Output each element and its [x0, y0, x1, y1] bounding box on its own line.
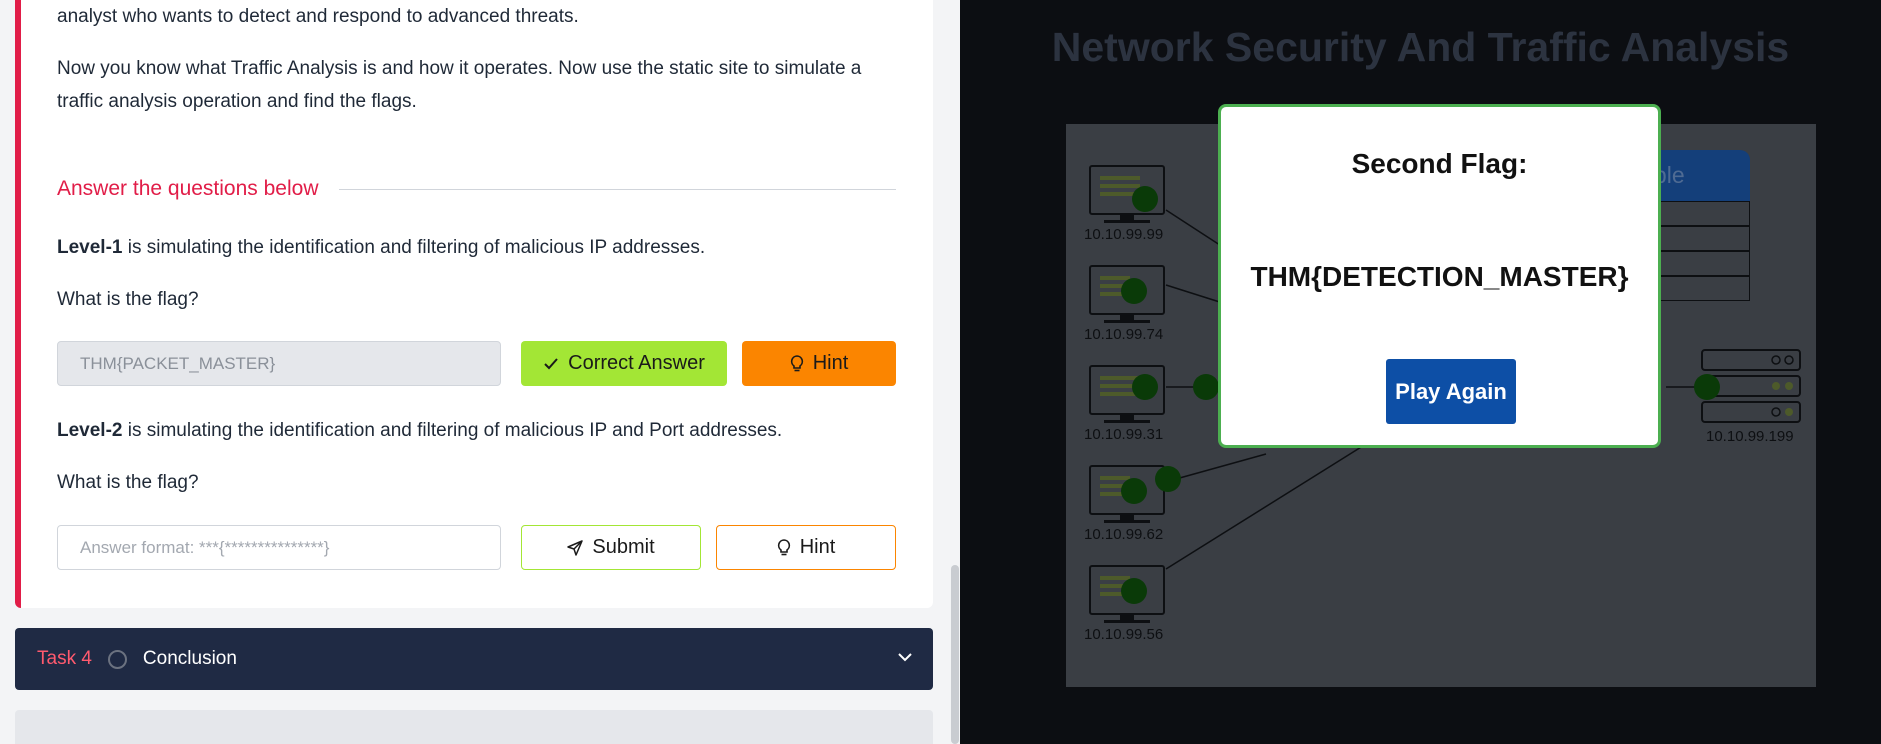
scrollbar-thumb[interactable] [951, 565, 959, 744]
host-computer-icon [1089, 565, 1165, 623]
host-computer-icon [1089, 465, 1181, 523]
host-ip-label: 10.10.99.31 [1084, 426, 1164, 443]
task-panel: analyst who wants to detect and respond … [0, 0, 960, 744]
button-label: Hint [812, 352, 849, 374]
send-icon [567, 539, 584, 556]
answer-heading: Answer the questions below [57, 177, 319, 200]
question-text: is simulating the identification and fil… [122, 420, 783, 441]
correct-answer-button[interactable]: Correct Answer [521, 341, 727, 386]
host-computer-icon [1089, 365, 1219, 423]
server-ip-label: 10.10.99.199 [1706, 428, 1794, 445]
submit-button[interactable]: Submit [521, 525, 701, 570]
task-number: Task 4 [37, 648, 92, 669]
check-icon [543, 357, 559, 371]
task-4-accordion[interactable]: Task 4 Conclusion [15, 628, 933, 690]
hint-button[interactable]: Hint [742, 341, 896, 386]
host-ip-label: 10.10.99.74 [1084, 326, 1164, 343]
hint-button[interactable]: Hint [716, 525, 896, 570]
flag-modal: Second Flag: THM{DETECTION_MASTER} Play … [1218, 104, 1661, 448]
chevron-down-icon[interactable] [897, 649, 913, 667]
task-paragraph: Now you know what Traffic Analysis is an… [57, 58, 862, 112]
next-card [15, 710, 933, 744]
question-level: Level-1 [57, 237, 123, 258]
play-again-button[interactable]: Play Again [1386, 359, 1516, 424]
scrollbar[interactable] [949, 0, 960, 744]
answer-field[interactable] [57, 341, 501, 386]
question-level: Level-2 [57, 420, 123, 441]
host-computer-icon [1089, 265, 1165, 323]
host-ip-label: 10.10.99.99 [1084, 226, 1164, 243]
site-title: Network Security And Traffic Analysis [1051, 24, 1790, 70]
flag-text: THM{DETECTION_MASTER} [1250, 261, 1629, 292]
answer-section-header: Answer the questions below [57, 176, 896, 202]
lightbulb-icon [777, 538, 791, 557]
question-text: is simulating the identification and fil… [122, 237, 706, 258]
button-label: Submit [592, 536, 655, 558]
question-prompt: What is the flag? [57, 289, 199, 310]
host-computer-icon [1089, 165, 1165, 223]
question-description: Level-2 is simulating the identification… [57, 420, 782, 442]
task-status-circle-icon [107, 649, 127, 669]
question-prompt: What is the flag? [57, 472, 199, 493]
button-label: Correct Answer [568, 352, 705, 374]
host-ip-label: 10.10.99.56 [1084, 626, 1164, 643]
task-title: Conclusion [142, 648, 237, 669]
button-label: Hint [799, 536, 836, 558]
divider [338, 188, 896, 190]
host-ip-label: 10.10.99.62 [1084, 526, 1164, 543]
server-icon [1694, 349, 1801, 423]
lightbulb-icon [790, 354, 804, 373]
modal-title: Second Flag: [1351, 148, 1528, 179]
task-paragraph: analyst who wants to detect and respond … [57, 6, 579, 27]
answer-field[interactable] [57, 525, 501, 570]
question-description: Level-1 is simulating the identification… [57, 237, 705, 259]
